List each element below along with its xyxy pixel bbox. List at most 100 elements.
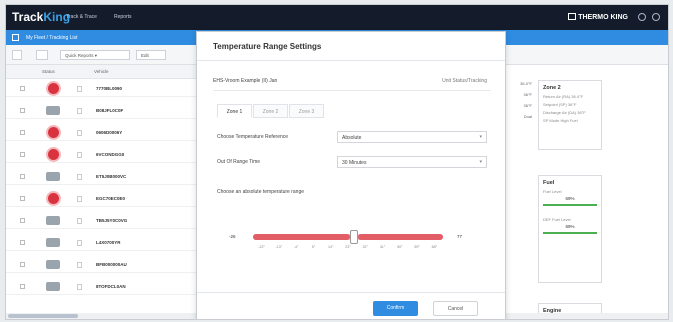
table-row[interactable]: EGC70EC0E0 xyxy=(6,190,196,207)
alarm-truck-icon xyxy=(46,191,61,206)
fuel-level-bar xyxy=(543,204,597,206)
vehicle-id[interactable]: ET5J0B000VC xyxy=(96,174,126,179)
zone-2-panel: Zone 2 Return Air (RA) 36.4°F Setpoint (… xyxy=(538,80,602,150)
nav-track-trace[interactable]: Track & Trace xyxy=(66,14,97,20)
chevron-down-icon: ▾ xyxy=(479,134,482,140)
thermo-king-brand: THERMO KING xyxy=(568,13,628,21)
truck-icon xyxy=(46,282,60,291)
vehicle-id[interactable]: BFB000000AU xyxy=(96,262,127,267)
vehicle-id[interactable]: 0606D0006Y xyxy=(96,130,122,135)
table-row[interactable]: 8TOFDCL0AN xyxy=(6,278,196,295)
vehicle-id[interactable]: 7770BL0090 xyxy=(96,86,122,91)
slider-tick-label: 32° xyxy=(362,245,368,249)
scroll-thumb[interactable] xyxy=(8,314,78,318)
row-checkbox[interactable] xyxy=(20,108,25,113)
status-link[interactable]: Unit Status/Tracking xyxy=(442,78,487,84)
vehicle-id[interactable]: B08JFL0C0F xyxy=(96,108,123,113)
row-checkbox[interactable] xyxy=(20,284,25,289)
row-checkbox[interactable] xyxy=(20,262,25,267)
trailer-icon xyxy=(77,108,82,114)
def-level-bar xyxy=(543,232,597,234)
temperature-reference-select[interactable]: Absolute ▾ xyxy=(337,131,487,143)
out-of-range-time-select[interactable]: 30 Minutes ▾ xyxy=(337,156,487,168)
zone-row: Discharge Air (DA) 36°F xyxy=(543,110,586,115)
fuel-title: Fuel xyxy=(543,180,555,186)
column-vehicle[interactable]: Vehicle xyxy=(94,69,109,74)
top-nav-bar: TrackKing Track & Trace Reports THERMO K… xyxy=(6,5,668,30)
truck-icon xyxy=(46,260,60,269)
grid-icon[interactable] xyxy=(12,34,19,41)
quick-reports-button[interactable]: Quick Reports ▾ xyxy=(60,50,130,60)
table-row[interactable]: 6VCONDGG0 xyxy=(6,146,196,163)
slider-fill-low xyxy=(253,234,350,240)
slider-tick-label: 23° xyxy=(345,245,351,249)
table-row[interactable]: L4X0700YR xyxy=(6,234,196,251)
fuel-panel: Fuel Fuel Level 69% DEF Fuel Level 69% xyxy=(538,175,602,283)
confirm-button[interactable]: Confirm xyxy=(373,301,418,316)
def-level-label: DEF Fuel Level xyxy=(543,217,571,222)
tracking-logo[interactable]: TrackKing xyxy=(12,10,70,24)
zone-2-title: Zone 2 xyxy=(543,85,561,91)
table-row[interactable]: ET5J0B000VC xyxy=(6,168,196,185)
row-checkbox[interactable] xyxy=(20,152,25,157)
column-status[interactable]: Status xyxy=(42,69,55,74)
slider-tick-label: 5° xyxy=(311,245,316,249)
detail-panels: Zone 2 Return Air (RA) 36.4°F Setpoint (… xyxy=(506,65,668,319)
tab-zone-2[interactable]: Zone 2 xyxy=(253,104,288,118)
temperature-reference-label: Choose Temperature Reference xyxy=(217,134,289,140)
divider xyxy=(213,90,491,91)
row-checkbox[interactable] xyxy=(20,174,25,179)
vehicle-id[interactable]: TB5J5Y0C0VG xyxy=(96,218,127,223)
alarm-truck-icon xyxy=(46,125,61,140)
modal-header: Temperature Range Settings xyxy=(197,32,505,61)
slider-tick-label: 41° xyxy=(379,245,386,249)
vehicle-id[interactable]: 8TOFDCL0AN xyxy=(96,284,126,289)
trailer-icon xyxy=(77,196,82,202)
refresh-icon[interactable] xyxy=(12,50,22,60)
tab-zone-1[interactable]: Zone 1 xyxy=(217,104,252,118)
vehicle-id[interactable]: L4X0700YR xyxy=(96,240,121,245)
slider-tick-label: 68° xyxy=(431,245,438,249)
row-checkbox[interactable] xyxy=(20,86,25,91)
alarm-truck-icon xyxy=(46,81,61,96)
menu-icon[interactable] xyxy=(638,13,646,21)
vehicle-id[interactable]: 6VCONDGG0 xyxy=(96,152,124,157)
app-window: TrackKing Track & Trace Reports THERMO K… xyxy=(5,4,669,320)
vehicle-id[interactable]: EGC70EC0E0 xyxy=(96,196,125,201)
slider-max-label: 77 xyxy=(457,234,463,239)
out-of-range-time-label: Out Of Range Time xyxy=(217,159,261,165)
slider-fill-high xyxy=(357,234,443,240)
table-row[interactable]: BFB000000AU xyxy=(6,256,196,273)
row-checkbox[interactable] xyxy=(20,218,25,223)
modal-title: Temperature Range Settings xyxy=(213,42,322,51)
table-row[interactable]: 7770BL0090 xyxy=(6,80,196,97)
list-header: Status Vehicle xyxy=(6,65,196,79)
slider-tick-label: 50° xyxy=(397,245,403,249)
user-icon[interactable] xyxy=(652,13,660,21)
edit-button[interactable]: Edit xyxy=(136,50,166,60)
trailer-icon xyxy=(77,240,82,246)
trailer-icon xyxy=(77,218,82,224)
row-checkbox[interactable] xyxy=(20,240,25,245)
table-row[interactable]: 0606D0006Y xyxy=(6,124,196,141)
row-checkbox[interactable] xyxy=(20,196,25,201)
table-row[interactable]: B08JFL0C0F xyxy=(6,102,196,119)
row-checkbox[interactable] xyxy=(20,130,25,135)
temperature-range-slider[interactable]: -26 77 -22° -13° -4° 5° 14° 23° 32° 41° 50° 59° 68… xyxy=(221,227,489,257)
prev-icon[interactable] xyxy=(36,50,48,60)
truck-icon xyxy=(46,238,60,247)
slider-handle[interactable] xyxy=(349,230,358,244)
trailer-icon xyxy=(77,86,82,92)
alarm-truck-icon xyxy=(46,147,61,162)
table-row[interactable]: TB5J5Y0C0VG xyxy=(6,212,196,229)
tab-zone-3[interactable]: Zone 3 xyxy=(289,104,324,118)
truck-icon xyxy=(46,106,60,115)
slider-tick-label: -22° xyxy=(258,245,265,249)
cancel-button[interactable]: Cancel xyxy=(433,301,478,316)
trailer-icon xyxy=(77,262,82,268)
breadcrumb[interactable]: My Fleet / Tracking List xyxy=(26,35,77,41)
brand-logo-icon xyxy=(568,13,577,20)
fuel-level-label: Fuel Level xyxy=(543,189,562,194)
nav-reports[interactable]: Reports xyxy=(114,14,132,20)
slider-tick-label: -4° xyxy=(293,245,299,249)
